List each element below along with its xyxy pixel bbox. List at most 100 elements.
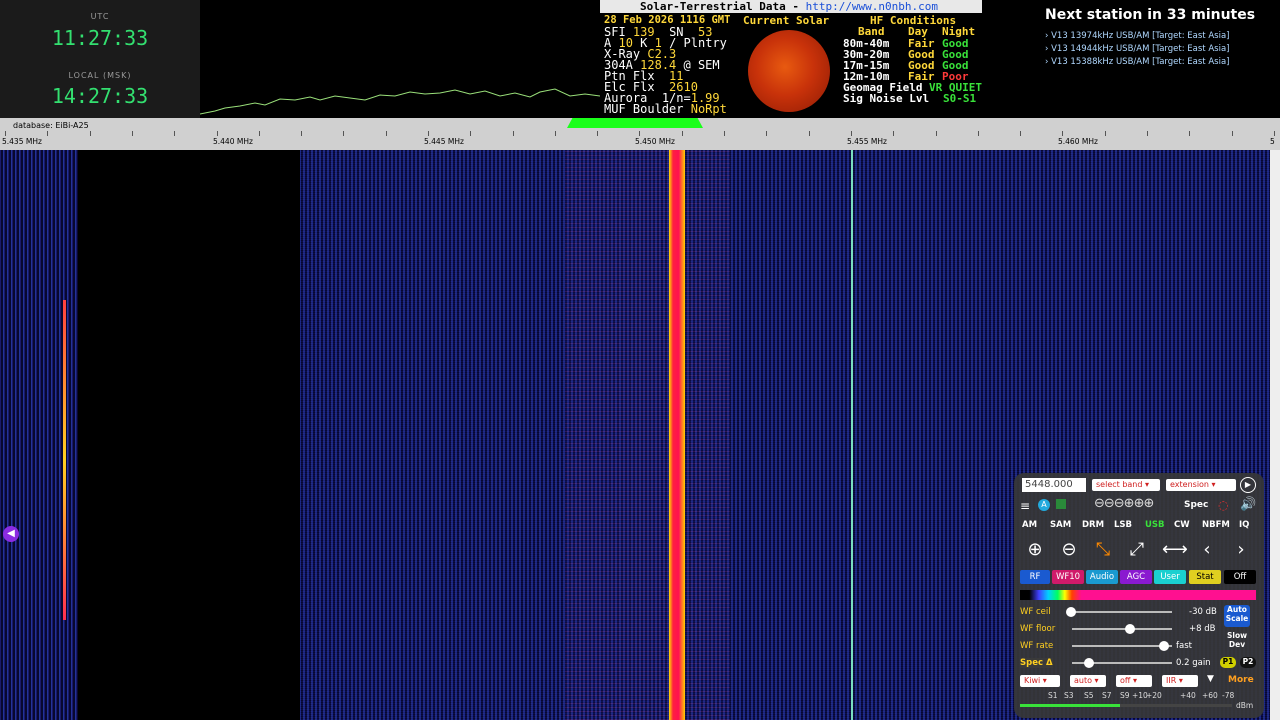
kiwi-dropdown[interactable]: Kiwi ▾ (1020, 675, 1060, 687)
hf-conditions: HF Conditions Band Day Night 80m-40m Fair… (843, 14, 982, 105)
collapse-icon[interactable]: ▼ (1207, 674, 1214, 684)
solar-banner: Solar-Terrestrial Data - http://www.n0nb… (600, 0, 982, 118)
smeter-label: S3 (1064, 691, 1074, 700)
tab-audio[interactable]: Audio (1086, 570, 1118, 584)
mode-usb-button[interactable]: USB (1145, 520, 1165, 530)
iir-dropdown[interactable]: IIR ▾ (1162, 675, 1198, 687)
scale-tick (217, 131, 218, 136)
spec-button[interactable]: Spec (1184, 500, 1208, 510)
wf-ceil-knob[interactable] (1066, 607, 1076, 617)
zoom-in-icon[interactable]: ⊕ (1024, 539, 1046, 561)
clock-panel: UTC 11:27:33 LOCAL (MSK) 14:27:33 (0, 0, 200, 118)
grid-icon[interactable] (1056, 499, 1066, 509)
scale-tick (893, 131, 894, 136)
scale-tick (766, 131, 767, 136)
smeter-label: +20 (1146, 691, 1162, 700)
passband-indicator[interactable] (567, 118, 703, 128)
colormap-bar[interactable] (1020, 590, 1256, 600)
scale-tick (936, 131, 937, 136)
scale-tick (513, 131, 514, 136)
play-icon[interactable]: ▶ (1240, 477, 1256, 493)
local-time: 14:27:33 (51, 84, 149, 108)
frequency-scale[interactable]: database: EiBi-A25 5.435 MHz 5.440 MHz 5… (0, 118, 1280, 150)
scale-tick (5, 131, 6, 136)
carrier-signal-secondary (851, 150, 853, 720)
record-icon[interactable]: ◌ (1218, 498, 1228, 512)
wf-ceil-value: -30 dB (1189, 607, 1217, 617)
compress-icon[interactable]: ⤡ (1092, 539, 1114, 561)
spectrum-trace (200, 88, 600, 115)
scale-tick (1274, 131, 1275, 136)
mode-am-button[interactable]: AM (1022, 520, 1037, 530)
slow-dev-button[interactable]: Slow Dev (1224, 631, 1250, 651)
next-station-title: Next station in 33 minutes (1045, 7, 1256, 23)
wf-floor-label: WF floor (1020, 624, 1056, 634)
more-button[interactable]: More (1228, 675, 1254, 685)
tick-label: 5.455 MHz (847, 137, 887, 146)
auto-scale-button[interactable]: Auto Scale (1224, 605, 1250, 627)
mode-nbfm-button[interactable]: NBFM (1202, 520, 1230, 530)
scale-tick (1105, 131, 1106, 136)
tab-agc[interactable]: AGC (1120, 570, 1152, 584)
frequency-input[interactable]: 5448.000 (1022, 478, 1086, 492)
tab-rf[interactable]: RF (1020, 570, 1050, 584)
scale-tick (1232, 131, 1233, 136)
scale-tick (1189, 131, 1190, 136)
carrier-signal (669, 150, 685, 720)
speaker-icon[interactable]: 🔊 (1240, 497, 1256, 512)
tick-label: 5.460 MHz (1058, 137, 1098, 146)
wf-rate-slider[interactable] (1072, 645, 1172, 647)
mode-iq-button[interactable]: IQ (1239, 520, 1249, 530)
mode-lsb-button[interactable]: LSB (1114, 520, 1132, 530)
utc-label: UTC (90, 12, 110, 21)
tab-off[interactable]: Off (1224, 570, 1256, 584)
solar-title: Solar-Terrestrial Data - http://www.n0nb… (600, 0, 982, 13)
side-panel-toggle-icon[interactable]: ◀ (3, 526, 19, 542)
step-right-icon[interactable]: › (1230, 539, 1252, 561)
wf-ceil-slider[interactable] (1072, 611, 1172, 613)
tick-label: 5.435 MHz (2, 137, 42, 146)
expand-icon[interactable]: ⤢ (1126, 539, 1148, 561)
scale-tick (639, 131, 640, 136)
swap-icon[interactable]: ⟷ (1162, 539, 1188, 561)
off-dropdown[interactable]: off ▾ (1116, 675, 1152, 687)
solar-url[interactable]: http://www.n0nbh.com (806, 0, 938, 13)
spec-delta-knob[interactable] (1084, 658, 1094, 668)
next-station-item[interactable]: › V13 15388kHz USB/AM [Target: East Asia… (1045, 57, 1229, 67)
select-band-dropdown[interactable]: select band ▾ (1092, 479, 1160, 491)
p1-button[interactable]: P1 (1220, 657, 1236, 668)
wf-floor-slider[interactable] (1072, 628, 1172, 630)
mode-sam-button[interactable]: SAM (1050, 520, 1071, 530)
zoom-controls-icon[interactable]: ⊖⊖⊖⊕⊕⊕ (1094, 496, 1154, 511)
spec-delta-label[interactable]: Spec Δ (1020, 658, 1053, 668)
waterfall-signal-band (565, 150, 730, 720)
extension-dropdown[interactable]: extension ▾ (1166, 479, 1236, 491)
a-icon[interactable]: A (1038, 499, 1050, 511)
waterfall-gap (78, 150, 300, 720)
wf-ceil-label: WF ceil (1020, 607, 1051, 617)
scale-tick (978, 131, 979, 136)
zoom-out-icon[interactable]: ⊖ (1058, 539, 1080, 561)
smeter-label: +40 (1180, 691, 1196, 700)
step-left-icon[interactable]: ‹ (1196, 539, 1218, 561)
current-solar-label: Current Solar (743, 14, 830, 27)
tab-stat[interactable]: Stat (1189, 570, 1221, 584)
utc-time: 11:27:33 (51, 26, 149, 50)
scale-tick (1062, 131, 1063, 136)
mode-drm-button[interactable]: DRM (1082, 520, 1104, 530)
auto-dropdown[interactable]: auto ▾ (1070, 675, 1106, 687)
p2-button[interactable]: P2 (1240, 657, 1256, 668)
waterfall-scrollbar[interactable] (1270, 150, 1280, 720)
scale-tick (174, 131, 175, 136)
wf-rate-knob[interactable] (1159, 641, 1169, 651)
spectrum-strip (200, 88, 600, 115)
mode-cw-button[interactable]: CW (1174, 520, 1190, 530)
tab-user[interactable]: User (1154, 570, 1186, 584)
tab-wf10[interactable]: WF10 (1052, 570, 1084, 584)
smeter-label: S7 (1102, 691, 1112, 700)
next-station-item[interactable]: › V13 14944kHz USB/AM [Target: East Asia… (1045, 44, 1229, 54)
next-station-item[interactable]: › V13 13974kHz USB/AM [Target: East Asia… (1045, 31, 1229, 41)
spec-delta-value: 0.2 gain (1176, 658, 1211, 668)
menu-icon[interactable]: ≡ (1020, 499, 1030, 513)
wf-floor-knob[interactable] (1125, 624, 1135, 634)
